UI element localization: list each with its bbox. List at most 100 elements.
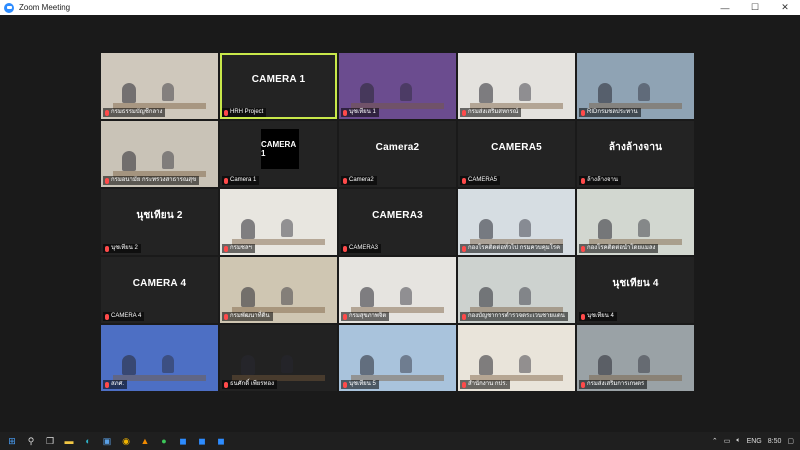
participant-name: กรมส่งเสริมสหกรณ์ <box>468 109 519 115</box>
muted-mic-icon <box>462 109 466 116</box>
participant-name-tag: กรมพัฒนาที่ดิน <box>222 312 273 321</box>
participant-tile[interactable]: กรมธรรมบัญชีกลาง <box>101 53 218 119</box>
participant-tile[interactable]: กรมอนามัย กระทรวงสาธารณสุข <box>101 121 218 187</box>
zoom-chat-icon[interactable]: ◼ <box>214 434 228 448</box>
language-indicator[interactable]: ENG <box>747 438 762 445</box>
participant-tile[interactable]: สภศ. <box>101 325 218 391</box>
participant-tile[interactable]: กรมพัฒนาที่ดิน <box>220 257 337 323</box>
participant-tile[interactable]: ล้างล้างจาน ล้างล้างจาน <box>577 121 694 187</box>
muted-mic-icon <box>224 109 228 116</box>
task-view-icon[interactable]: ❐ <box>43 434 57 448</box>
participant-name-tag: กรมสุขภาพจิต <box>341 312 390 321</box>
participant-name: HRH Project <box>230 109 264 115</box>
muted-mic-icon <box>581 245 585 252</box>
maximize-button[interactable]: ☐ <box>740 0 770 15</box>
muted-mic-icon <box>581 177 585 184</box>
participant-tile[interactable]: ธนศักดิ์ เพียรทอง <box>220 325 337 391</box>
zoom-icon[interactable]: ◼ <box>176 434 190 448</box>
participant-name: นุชเทียน 5 <box>349 381 376 387</box>
window-title: Zoom Meeting <box>19 3 71 12</box>
volume-icon[interactable]: 🔈︎ <box>736 437 740 445</box>
participant-display-name: นุชเทียน 4 <box>612 277 659 289</box>
muted-mic-icon <box>581 313 585 320</box>
participant-name-tag: CAMERA 4 <box>103 312 145 321</box>
participant-tile[interactable]: นุชเทียน 4 นุชเทียน 4 <box>577 257 694 323</box>
muted-mic-icon <box>105 177 109 184</box>
participant-name-tag: นุชเทียน 4 <box>579 312 617 321</box>
participant-tile[interactable]: กรมส่งเสริมการเกษตร <box>577 325 694 391</box>
participant-name: กองโรคติดต่อทั่วไป กรมควบคุมโรค <box>468 245 561 251</box>
participant-name: กองโรคติดต่อนำโดยแมลง <box>587 245 656 251</box>
participant-name: นุชเทียน 1 <box>349 109 376 115</box>
participant-name-tag: กองโรคติดต่อนำโดยแมลง <box>579 244 659 253</box>
participant-name-tag: นุชเทียน 2 <box>103 244 141 253</box>
muted-mic-icon <box>581 381 585 388</box>
participant-name: กรมธรรมบัญชีกลาง <box>111 109 163 115</box>
participant-name: CAMERA 4 <box>111 313 142 319</box>
participant-tile[interactable]: CAMERA3 CAMERA3 <box>339 189 456 255</box>
chrome-icon[interactable]: ◉ <box>119 434 133 448</box>
participant-tile[interactable]: CAMERA5 CAMERA5 <box>458 121 575 187</box>
muted-mic-icon <box>462 245 466 252</box>
muted-mic-icon <box>343 381 347 388</box>
participant-name: สภศ. <box>111 381 125 387</box>
participant-name-tag: CAMERA5 <box>460 176 501 185</box>
participant-name-tag: กรมชลฯ <box>222 244 255 253</box>
participant-tile[interactable]: Camera2 Camera2 <box>339 121 456 187</box>
zoom-meeting-icon[interactable]: ◼ <box>195 434 209 448</box>
title-bar: Zoom Meeting — ☐ ✕ <box>0 0 800 15</box>
participant-tile[interactable]: กรมชลฯ <box>220 189 337 255</box>
edge-icon[interactable]: ◐ <box>81 434 95 448</box>
participant-tile[interactable]: กองโรคติดต่อทั่วไป กรมควบคุมโรค <box>458 189 575 255</box>
participant-name: กรมสุขภาพจิต <box>349 313 387 319</box>
participant-tile[interactable]: กรมส่งเสริมสหกรณ์ <box>458 53 575 119</box>
network-icon[interactable]: ▭ <box>724 437 731 445</box>
participant-name: ธนศักดิ์ เพียรทอง <box>230 381 275 387</box>
line-icon[interactable]: ● <box>157 434 171 448</box>
gallery-view: กรมธรรมบัญชีกลาง CAMERA 1 HRH Project นุชเท… <box>101 53 694 391</box>
muted-mic-icon <box>224 245 228 252</box>
participant-name: นุชเทียน 4 <box>587 313 614 319</box>
close-button[interactable]: ✕ <box>770 0 800 15</box>
clock[interactable]: 8:50 <box>768 438 782 445</box>
participant-tile[interactable]: กองบัญชาการตำรวจตระเวนชายแดน <box>458 257 575 323</box>
participant-tile[interactable]: CAMERA 1 Camera 1 <box>220 121 337 187</box>
system-tray: ⌃ ▭ 🔈︎ ENG 8:50 ▢ <box>712 432 794 450</box>
muted-mic-icon <box>462 381 466 388</box>
chevron-up-icon[interactable]: ⌃ <box>712 437 718 445</box>
vlc-icon[interactable]: ▲ <box>138 434 152 448</box>
windows-start-icon[interactable]: ⊞ <box>5 434 19 448</box>
muted-mic-icon <box>343 109 347 116</box>
participant-name: CAMERA3 <box>349 245 379 251</box>
minimize-button[interactable]: — <box>710 0 740 15</box>
participant-name: ล้างล้างจาน <box>587 177 618 183</box>
participant-video: CAMERA 1 <box>261 129 299 169</box>
meeting-stage: กรมธรรมบัญชีกลาง CAMERA 1 HRH Project นุชเท… <box>0 15 800 432</box>
participant-name: CAMERA5 <box>468 177 498 183</box>
participant-tile[interactable]: นุชเทียน 5 <box>339 325 456 391</box>
file-explorer-icon[interactable]: ▬ <box>62 434 76 448</box>
notification-icon[interactable]: ▢ <box>787 437 794 445</box>
store-icon[interactable]: ▣ <box>100 434 114 448</box>
muted-mic-icon <box>462 313 466 320</box>
muted-mic-icon <box>105 109 109 116</box>
search-icon[interactable]: ⚲ <box>24 434 38 448</box>
participant-tile[interactable]: RIDกรมชลประทาน <box>577 53 694 119</box>
participant-tile[interactable]: นุชเทียน 2 นุชเทียน 2 <box>101 189 218 255</box>
participant-display-name: นุชเทียน 2 <box>136 209 183 221</box>
participant-name: Camera2 <box>349 177 374 183</box>
muted-mic-icon <box>105 245 109 252</box>
participant-display-name: Camera2 <box>375 141 420 153</box>
participant-name-tag: กรมอนามัย กระทรวงสาธารณสุข <box>103 176 200 185</box>
participant-tile[interactable]: สำนักงาน กปร. <box>458 325 575 391</box>
participant-tile[interactable]: นุชเทียน 1 <box>339 53 456 119</box>
participant-tile[interactable]: กรมสุขภาพจิต <box>339 257 456 323</box>
windows-taskbar: ⊞ ⚲ ❐ ▬ ◐ ▣ ◉ ▲ ● ◼ ◼ ◼ ⌃ ▭ 🔈︎ ENG 8:50 ▢ <box>0 432 800 450</box>
participant-tile[interactable]: CAMERA 4 CAMERA 4 <box>101 257 218 323</box>
participant-name-tag: ล้างล้างจาน <box>579 176 621 185</box>
participant-tile[interactable]: CAMERA 1 HRH Project <box>220 53 337 119</box>
participant-tile[interactable]: กองโรคติดต่อนำโดยแมลง <box>577 189 694 255</box>
participant-name-tag: นุชเทียน 5 <box>341 380 379 389</box>
muted-mic-icon <box>343 177 347 184</box>
participant-name-tag: กรมส่งเสริมสหกรณ์ <box>460 108 522 117</box>
